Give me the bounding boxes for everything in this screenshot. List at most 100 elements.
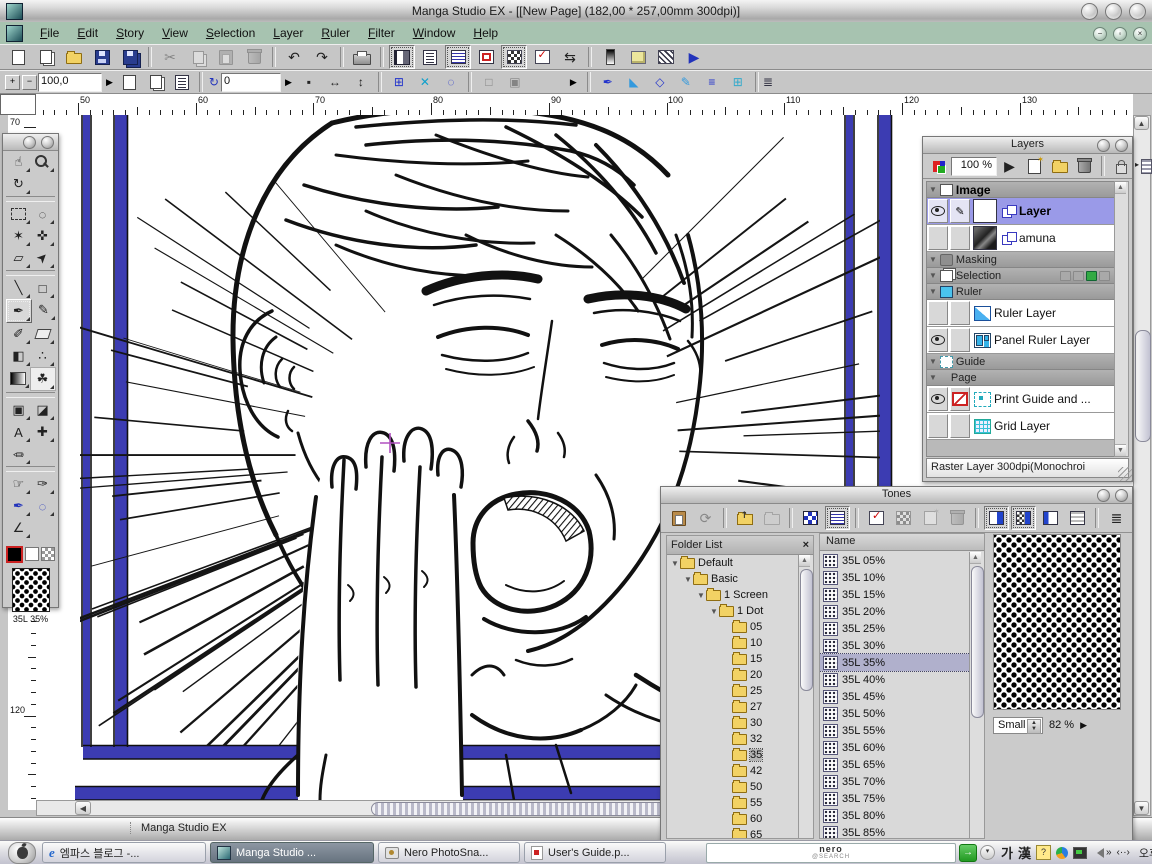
- folder-scroll-up[interactable]: ▲: [799, 555, 810, 567]
- menu-minimize-button[interactable]: −: [1093, 27, 1107, 41]
- layer-group-masking[interactable]: ▼Masking: [927, 252, 1114, 268]
- menu-ruler[interactable]: Ruler: [312, 22, 359, 44]
- visibility-cell[interactable]: [928, 387, 948, 411]
- tone-item-35l-80-[interactable]: 35L 80%: [820, 807, 970, 824]
- layers-scroll-up[interactable]: ▲: [1115, 182, 1126, 194]
- tones-panel-titlebar[interactable]: Tones: [661, 487, 1132, 504]
- collapse-icon[interactable]: ▼: [929, 373, 937, 382]
- view-mode-b-toggle[interactable]: [1011, 506, 1036, 530]
- tone-item-35l-65-[interactable]: 35L 65%: [820, 756, 970, 773]
- redo-button[interactable]: ↷: [309, 45, 335, 69]
- list-pane-toggle[interactable]: [445, 45, 471, 69]
- visibility-cell[interactable]: [928, 328, 948, 352]
- ink-color-white[interactable]: [25, 547, 39, 561]
- palette-close-button[interactable]: [41, 136, 54, 149]
- paste-tone-button[interactable]: [666, 506, 691, 530]
- tone-size-spinner[interactable]: ▲▼: [1027, 719, 1041, 734]
- folder-50[interactable]: 50: [667, 779, 799, 795]
- layer-group-ruler[interactable]: ▼Ruler: [927, 284, 1114, 300]
- layers-close-button[interactable]: [1115, 139, 1128, 152]
- layer-row-amuna[interactable]: amuna: [927, 225, 1114, 252]
- tool-line[interactable]: ╲: [7, 277, 31, 299]
- zoom-out-button[interactable]: −: [22, 75, 37, 90]
- tone-item-35l-45-[interactable]: 35L 45%: [820, 688, 970, 705]
- tone-scroll-thumb[interactable]: [971, 566, 984, 718]
- tray-network-icon[interactable]: ‹··›: [1117, 847, 1130, 858]
- folder-15[interactable]: 15: [667, 651, 799, 667]
- tool-selection-pen[interactable]: ✑: [31, 473, 55, 495]
- close-button[interactable]: [1129, 3, 1146, 20]
- rotate-reset-button[interactable]: ▪: [297, 71, 321, 93]
- layers-scrollbar[interactable]: ▲ ▼: [1114, 181, 1129, 457]
- expand-icon[interactable]: ▼: [697, 591, 706, 600]
- layers-scroll-down[interactable]: ▼: [1115, 444, 1126, 456]
- tone-item-35l-55-[interactable]: 35L 55%: [820, 722, 970, 739]
- layer-row-print-guide-and-[interactable]: Print Guide and ...: [927, 386, 1114, 413]
- gradation-button[interactable]: [597, 45, 623, 69]
- folder-05[interactable]: 05: [667, 619, 799, 635]
- new-story-button[interactable]: [33, 45, 59, 69]
- folder-65[interactable]: 65: [667, 827, 799, 838]
- draw-cell[interactable]: [950, 301, 970, 325]
- view-mode-a-toggle[interactable]: [984, 506, 1009, 530]
- minimize-button[interactable]: [1081, 3, 1098, 20]
- menu-restore-button[interactable]: ◦: [1113, 27, 1127, 41]
- folder-default[interactable]: ▼Default: [667, 555, 799, 571]
- material-button[interactable]: [625, 45, 651, 69]
- tool-magic-wand[interactable]: ✶: [7, 225, 31, 247]
- print-button[interactable]: [349, 45, 375, 69]
- draw-cell[interactable]: [950, 226, 970, 250]
- tool-rotate-view[interactable]: ↻: [7, 173, 31, 195]
- folder-25[interactable]: 25: [667, 683, 799, 699]
- layers-resize-grip[interactable]: [1118, 467, 1132, 481]
- folder-42[interactable]: 42: [667, 763, 799, 779]
- folder-10[interactable]: 10: [667, 635, 799, 651]
- draw-cell[interactable]: [950, 328, 970, 352]
- ink-color-black[interactable]: [6, 546, 23, 563]
- next-page-button[interactable]: [144, 71, 168, 93]
- layer-group-image[interactable]: ▼Image: [927, 182, 1114, 198]
- layer-group-page[interactable]: ▼Page: [927, 370, 1114, 386]
- ime-indicator[interactable]: 가: [1001, 843, 1013, 862]
- prev-page-button[interactable]: [118, 71, 142, 93]
- scroll-up-button[interactable]: ▲: [1134, 116, 1149, 130]
- snap-ruler-toggle[interactable]: ⊞: [387, 71, 411, 93]
- zoom-menu-button[interactable]: ▶: [106, 77, 113, 88]
- layer-color-button[interactable]: [927, 156, 950, 177]
- palette-minimize-button[interactable]: [23, 136, 36, 149]
- layer-group-selection[interactable]: ▼Selection: [927, 268, 1114, 284]
- more-tools-button[interactable]: ▶: [570, 77, 577, 88]
- draw-cell[interactable]: [950, 414, 970, 438]
- layers-menu-button[interactable]: [1135, 156, 1152, 177]
- tone-list-scrollbar[interactable]: ▲: [969, 552, 984, 838]
- new-page-button[interactable]: [5, 45, 31, 69]
- tool-text[interactable]: A: [7, 421, 31, 443]
- zoom-value-field[interactable]: 100,0: [38, 73, 102, 92]
- vertical-scroll-thumb[interactable]: [1135, 330, 1151, 442]
- tray-volume-icon[interactable]: [1092, 848, 1104, 858]
- tool-pattern-brush[interactable]: ☘: [30, 367, 56, 391]
- expand-icon[interactable]: ▼: [710, 607, 719, 616]
- start-button[interactable]: [8, 842, 36, 864]
- tone-zoom-menu-button[interactable]: ▶: [1080, 720, 1087, 731]
- layer-row-grid-layer[interactable]: Grid Layer: [927, 413, 1114, 440]
- tones-close-button[interactable]: [1115, 489, 1128, 502]
- tone-item-35l-20-[interactable]: 35L 20%: [820, 603, 970, 620]
- tool-palette-titlebar[interactable]: [3, 134, 58, 151]
- new-folder-button[interactable]: [1048, 156, 1071, 177]
- folder-20[interactable]: 20: [667, 667, 799, 683]
- visibility-cell[interactable]: [928, 301, 948, 325]
- collapse-icon[interactable]: ▼: [929, 287, 937, 296]
- menu-edit[interactable]: Edit: [68, 22, 107, 44]
- tool-select-arrow[interactable]: ➤: [31, 247, 55, 269]
- tones-menu-button[interactable]: ≣: [1104, 506, 1129, 530]
- collapse-icon[interactable]: ▼: [929, 357, 937, 366]
- folder-55[interactable]: 55: [667, 795, 799, 811]
- tool-eraser[interactable]: [31, 323, 55, 345]
- zoom-in-button[interactable]: +: [5, 75, 20, 90]
- taskbar-button-ie[interactable]: e엠파스 블로그 -...: [42, 842, 206, 863]
- folder-1-dot[interactable]: ▼1 Dot: [667, 603, 799, 619]
- tool-object-selector[interactable]: ▱: [7, 247, 31, 269]
- folder-30[interactable]: 30: [667, 715, 799, 731]
- undo-button[interactable]: ↶: [281, 45, 307, 69]
